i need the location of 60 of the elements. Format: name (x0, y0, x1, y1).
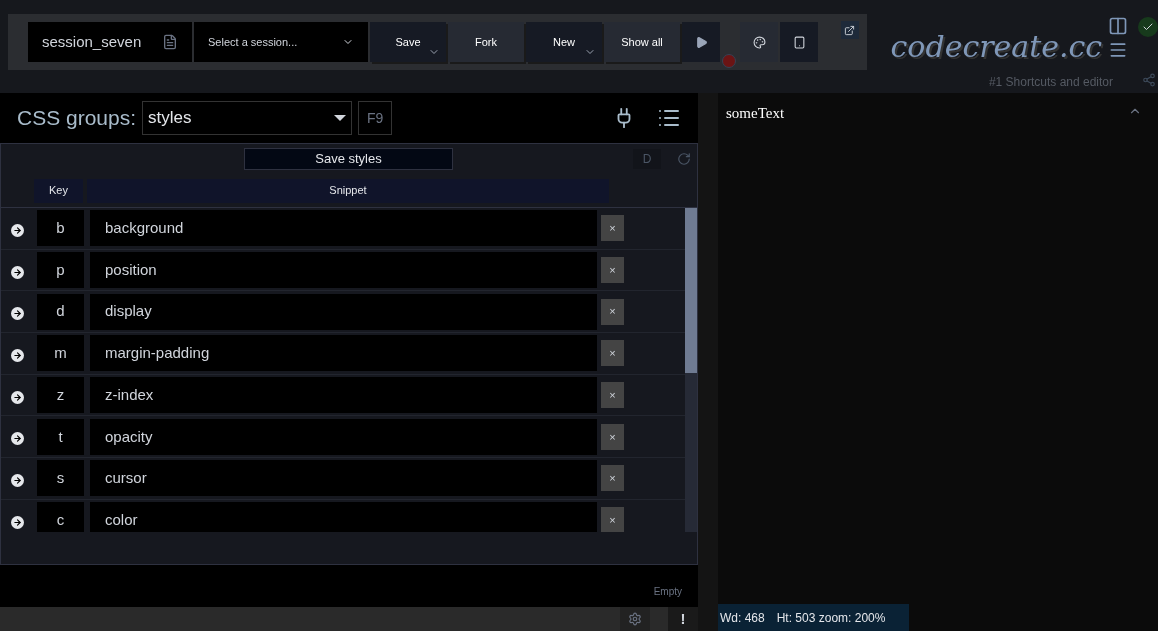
key-field[interactable]: c (37, 502, 84, 532)
key-field[interactable]: p (37, 252, 84, 289)
key-field[interactable]: t (37, 418, 84, 455)
key-field[interactable]: z (37, 377, 84, 414)
logo: codecreate.cc (890, 28, 1103, 66)
toolbar-button[interactable]: New (526, 22, 602, 62)
snippet-field[interactable]: opacity (90, 418, 597, 455)
record-indicator (722, 54, 736, 68)
palette-button[interactable] (740, 22, 778, 62)
run-button[interactable] (682, 22, 720, 62)
width-readout: Wd: 468 (720, 609, 765, 627)
remove-button[interactable]: × (601, 298, 624, 325)
alert-button[interactable]: ! (668, 607, 698, 631)
css-group-select[interactable]: styles (142, 101, 353, 135)
column-header: Key (34, 178, 83, 203)
subtitle: #1 Shortcuts and editor (988, 74, 1113, 91)
save-styles-button[interactable]: Save styles (244, 148, 453, 170)
snippet-field[interactable]: color (90, 502, 597, 532)
snippet-field[interactable]: cursor (90, 460, 597, 497)
column-header: Snippet (87, 178, 609, 203)
remove-button[interactable]: × (601, 465, 624, 492)
key-field[interactable]: s (37, 460, 84, 497)
key-field[interactable]: m (37, 335, 84, 372)
key-field[interactable]: d (37, 293, 84, 330)
scrollbar[interactable] (685, 208, 697, 532)
toolbar-button[interactable]: Fork (448, 22, 524, 62)
remove-button[interactable]: × (601, 507, 624, 532)
toolbar-button[interactable]: Save (370, 22, 446, 62)
play-icon (694, 35, 708, 49)
key-field[interactable]: b (37, 210, 84, 247)
columns-icon (1108, 16, 1129, 36)
settings-button[interactable] (620, 607, 650, 631)
toolbar-button[interactable]: Show all (604, 22, 680, 62)
empty-label: Empty (653, 585, 682, 599)
tablet-icon (792, 35, 806, 49)
popout-button[interactable] (840, 21, 859, 39)
remove-button[interactable]: × (601, 423, 624, 450)
snippet-field[interactable]: position (90, 252, 597, 289)
remove-button[interactable]: × (601, 215, 624, 242)
session-name-field[interactable]: session_seven (28, 22, 192, 62)
dropdown-triangle-icon (334, 115, 347, 121)
share-icon (1142, 73, 1156, 87)
snippet-field[interactable]: z-index (90, 377, 597, 414)
shortcut-button[interactable]: F9 (358, 101, 393, 135)
popout-icon (844, 24, 856, 36)
height-zoom-readout: Ht: 503 zoom: 200% (776, 609, 886, 627)
css-groups-label: CSS groups: (17, 105, 137, 132)
preview-text: someText (726, 104, 785, 123)
session-select[interactable]: Select a session... (194, 22, 368, 62)
settings-icon (628, 612, 642, 626)
tablet-button[interactable] (780, 22, 818, 62)
snippet-field[interactable]: display (90, 293, 597, 330)
remove-button[interactable]: × (601, 257, 624, 284)
remove-button[interactable]: × (601, 340, 624, 367)
snippet-field[interactable]: background (90, 210, 597, 247)
layout-button[interactable] (1108, 16, 1129, 36)
document-icon (162, 34, 178, 50)
palette-icon (752, 35, 766, 49)
snippet-field[interactable]: margin-padding (90, 335, 597, 372)
remove-button[interactable]: × (601, 382, 624, 409)
